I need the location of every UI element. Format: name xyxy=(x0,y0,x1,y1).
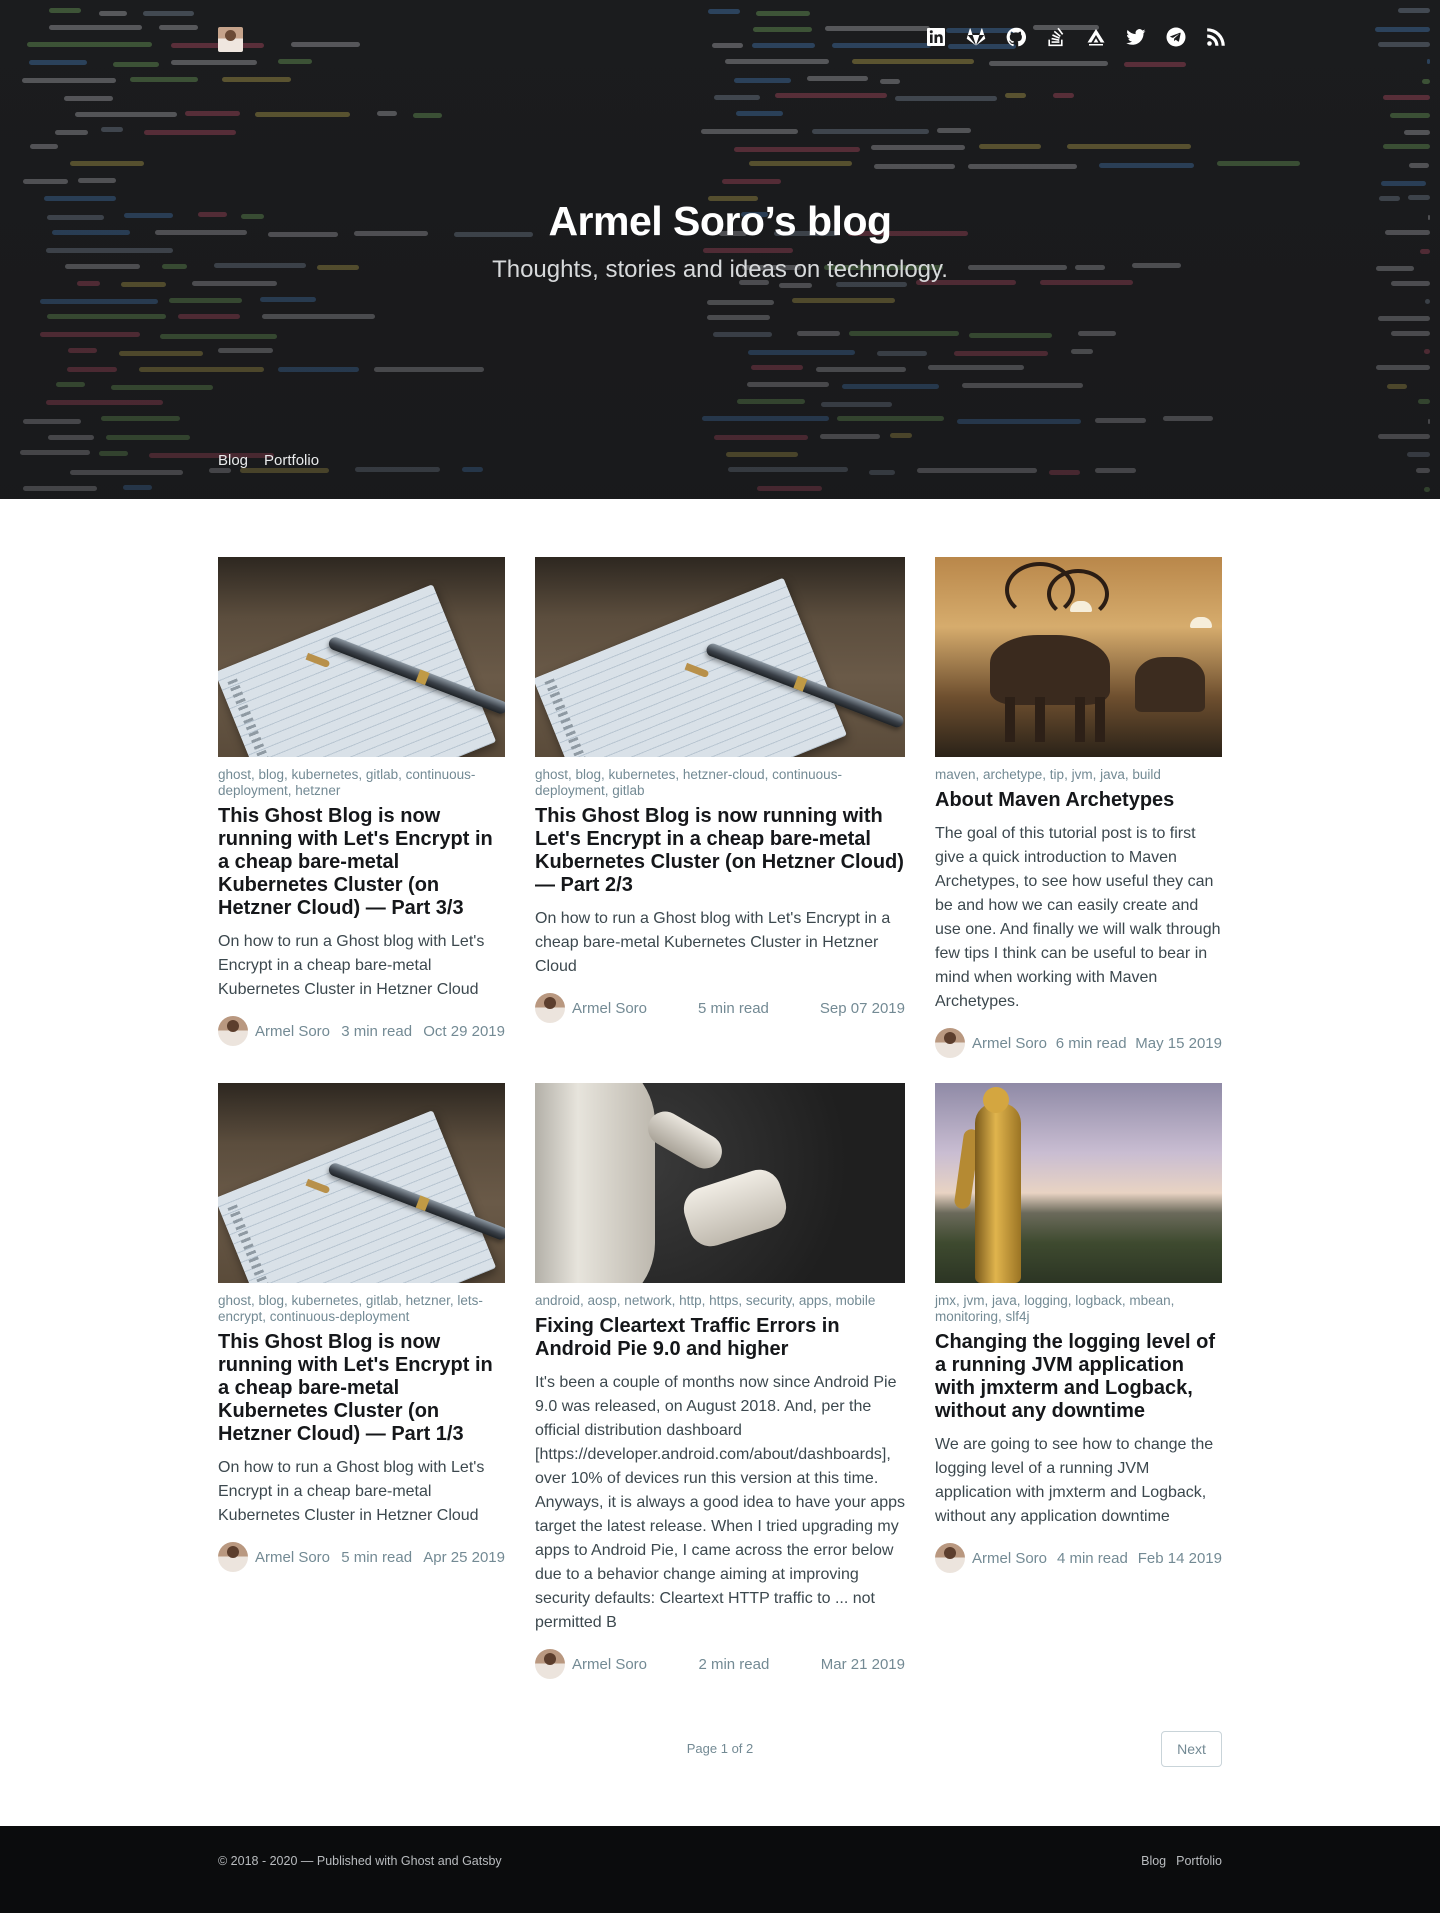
post-tags: android, aosp, network, http, https, sec… xyxy=(535,1293,876,1308)
read-time: 5 min read xyxy=(341,1548,413,1566)
read-time: 3 min read xyxy=(341,1022,413,1040)
post-meta: Armel Soro 4 min read Feb 14 2019 xyxy=(935,1543,1222,1573)
post-date: May 15 2019 xyxy=(1135,1034,1222,1052)
read-time: 4 min read xyxy=(1056,1549,1128,1567)
site-title: Armel Soro’s blog xyxy=(548,198,892,244)
post-tags: jmx, jvm, java, logging, logback, mbean,… xyxy=(935,1293,1175,1324)
post-meta: Armel Soro 3 min read Oct 29 2019 xyxy=(218,1016,505,1046)
post-meta: Armel Soro 5 min read Apr 25 2019 xyxy=(218,1542,505,1572)
post-date: Feb 14 2019 xyxy=(1137,1549,1222,1567)
header-overlay xyxy=(0,0,1440,499)
footer-copyright: © 2018 - 2020 — Published with Ghost and… xyxy=(218,1854,502,1868)
post-excerpt: We are going to see how to change the lo… xyxy=(935,1436,1214,1525)
post-title[interactable]: This Ghost Blog is now running with Let'… xyxy=(218,805,505,920)
author-name[interactable]: Armel Soro xyxy=(972,1550,1047,1567)
author-name[interactable]: Armel Soro xyxy=(255,1023,330,1040)
post-title[interactable]: About Maven Archetypes xyxy=(935,789,1222,812)
post-date: Sep 07 2019 xyxy=(819,999,905,1017)
post-card[interactable]: ghost, blog, kubernetes, gitlab, hetzner… xyxy=(218,1083,505,1572)
read-time: 5 min read xyxy=(698,999,769,1017)
next-page-button[interactable]: Next xyxy=(1161,1731,1222,1767)
author-avatar[interactable] xyxy=(218,1016,248,1046)
footer-portfolio-link[interactable]: Portfolio xyxy=(1176,1854,1222,1868)
main-nav: Blog Portfolio xyxy=(218,452,319,469)
rss-icon[interactable] xyxy=(1205,26,1226,47)
post-tags: ghost, blog, kubernetes, gitlab, hetzner… xyxy=(218,1293,483,1324)
post-excerpt: The goal of this tutorial post is to fir… xyxy=(935,825,1221,1010)
site-header: Armel Soro’s blog Thoughts, stories and … xyxy=(0,0,1440,499)
post-meta: Armel Soro 5 min read Sep 07 2019 xyxy=(535,993,905,1023)
author-avatar[interactable] xyxy=(935,1028,965,1058)
author-name[interactable]: Armel Soro xyxy=(972,1035,1047,1052)
post-excerpt: It's been a couple of months now since A… xyxy=(535,1374,905,1631)
post-title[interactable]: This Ghost Blog is now running with Let'… xyxy=(218,1331,505,1446)
post-image-museum[interactable] xyxy=(935,557,1222,757)
post-title[interactable]: Fixing Cleartext Traffic Errors in Andro… xyxy=(535,1315,905,1361)
post-meta: Armel Soro 6 min read May 15 2019 xyxy=(935,1028,1222,1058)
read-time: 2 min read xyxy=(698,1655,770,1673)
post-image-notebook[interactable] xyxy=(218,557,505,757)
post-image-golden-statue[interactable] xyxy=(935,1083,1222,1283)
pagination: Page 1 of 2 Next xyxy=(218,1731,1222,1767)
social-links xyxy=(925,26,1226,47)
footer-nav: Blog Portfolio xyxy=(1141,1854,1222,1868)
author-avatar[interactable] xyxy=(535,993,565,1023)
site-logo[interactable] xyxy=(218,27,243,52)
twitter-icon[interactable] xyxy=(1125,26,1146,47)
post-card[interactable]: maven, archetype, tip, jvm, java, build … xyxy=(935,557,1222,1058)
post-title[interactable]: Changing the logging level of a running … xyxy=(935,1331,1222,1423)
site-footer: © 2018 - 2020 — Published with Ghost and… xyxy=(0,1826,1440,1913)
gitlab-icon[interactable] xyxy=(965,26,986,47)
post-image-notebook[interactable] xyxy=(218,1083,505,1283)
read-time: 6 min read xyxy=(1055,1034,1127,1052)
telegram-icon[interactable] xyxy=(1165,26,1186,47)
stackoverflow-icon[interactable] xyxy=(1045,26,1066,47)
post-tags: ghost, blog, kubernetes, hetzner-cloud, … xyxy=(535,767,842,798)
post-excerpt: On how to run a Ghost blog with Let's En… xyxy=(535,910,891,975)
nav-blog-link[interactable]: Blog xyxy=(218,452,248,469)
post-card[interactable]: jmx, jvm, java, logging, logback, mbean,… xyxy=(935,1083,1222,1573)
post-date: Mar 21 2019 xyxy=(820,1655,905,1673)
post-tags: maven, archetype, tip, jvm, java, build xyxy=(935,767,1161,782)
post-card[interactable]: ghost, blog, kubernetes, hetzner-cloud, … xyxy=(535,557,905,1023)
post-tags: ghost, blog, kubernetes, gitlab, continu… xyxy=(218,767,476,798)
post-image-notebook[interactable] xyxy=(535,557,905,757)
author-name[interactable]: Armel Soro xyxy=(572,1656,647,1673)
post-date: Apr 25 2019 xyxy=(423,1548,505,1566)
post-card[interactable]: ghost, blog, kubernetes, gitlab, continu… xyxy=(218,557,505,1046)
nav-portfolio-link[interactable]: Portfolio xyxy=(264,452,319,469)
author-avatar[interactable] xyxy=(218,1542,248,1572)
github-icon[interactable] xyxy=(1005,26,1026,47)
post-image-robot-hand[interactable] xyxy=(535,1083,905,1283)
author-avatar[interactable] xyxy=(535,1649,565,1679)
post-title[interactable]: This Ghost Blog is now running with Let'… xyxy=(535,805,905,897)
author-name[interactable]: Armel Soro xyxy=(255,1549,330,1566)
footer-blog-link[interactable]: Blog xyxy=(1141,1854,1166,1868)
linkedin-icon[interactable] xyxy=(925,26,946,47)
author-avatar[interactable] xyxy=(935,1543,965,1573)
gitlab-alt-icon[interactable] xyxy=(1085,26,1106,47)
post-meta: Armel Soro 2 min read Mar 21 2019 xyxy=(535,1649,905,1679)
post-excerpt: On how to run a Ghost blog with Let's En… xyxy=(218,933,485,998)
site-description: Thoughts, stories and ideas on technolog… xyxy=(492,256,948,283)
post-card[interactable]: android, aosp, network, http, https, sec… xyxy=(535,1083,905,1679)
post-date: Oct 29 2019 xyxy=(423,1022,505,1040)
post-excerpt: On how to run a Ghost blog with Let's En… xyxy=(218,1459,485,1524)
author-name[interactable]: Armel Soro xyxy=(572,1000,647,1017)
page-number: Page 1 of 2 xyxy=(686,1741,754,1756)
